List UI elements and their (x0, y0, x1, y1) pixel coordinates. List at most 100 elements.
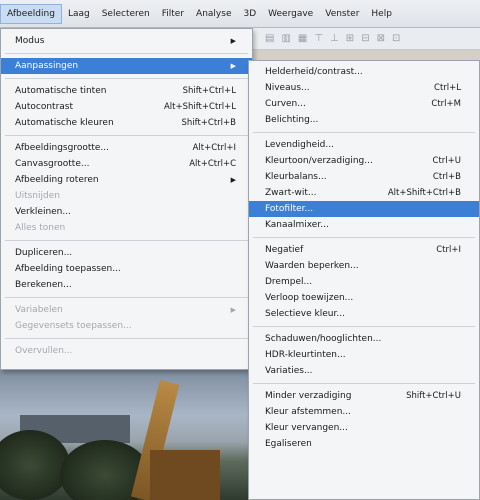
menu-item-label: Minder verzadiging (265, 391, 352, 401)
submenu-arrow-icon: ▶ (230, 37, 236, 45)
submenu-arrow-icon: ▶ (230, 306, 236, 314)
menu-item-afbeelding-toepassen[interactable]: Afbeelding toepassen... (1, 261, 252, 277)
menu-item-niveaus[interactable]: Niveaus... Ctrl+L (249, 80, 479, 96)
menu-item-verkleinen[interactable]: Verkleinen... (1, 204, 252, 220)
menu-item-label: Zwart-wit... (265, 188, 317, 198)
menubar-item-analyse[interactable]: Analyse (190, 4, 237, 24)
menu-item-drempel[interactable]: Drempel... (249, 274, 479, 290)
menu-separator (5, 240, 248, 241)
align-bottom-icon[interactable]: ▦ (298, 33, 307, 44)
menu-item-automatische-tinten[interactable]: Automatische tinten Shift+Ctrl+L (1, 83, 252, 99)
menu-item-shortcut: Alt+Ctrl+I (192, 143, 236, 153)
menu-separator (5, 78, 248, 79)
menu-item-kleurtoon-verzadiging[interactable]: Kleurtoon/verzadiging... Ctrl+U (249, 153, 479, 169)
menu-item-label: Afbeelding roteren (15, 175, 99, 185)
canvas-tree (0, 430, 70, 500)
menu-item-afbeelding-roteren[interactable]: Afbeelding roteren ▶ (1, 172, 252, 188)
menu-item-label: Negatief (265, 245, 304, 255)
menu-item-shortcut: Alt+Ctrl+C (189, 159, 236, 169)
menu-item-berekenen[interactable]: Berekenen... (1, 277, 252, 293)
menu-item-shortcut: Shift+Ctrl+U (406, 391, 461, 401)
menubar-item-selecteren[interactable]: Selecteren (96, 4, 156, 24)
menu-item-label: Selectieve kleur... (265, 309, 345, 319)
menu-item-minder-verzadiging[interactable]: Minder verzadiging Shift+Ctrl+U (249, 388, 479, 404)
menu-item-variaties[interactable]: Variaties... (249, 363, 479, 379)
menu-item-label: Egaliseren (265, 439, 312, 449)
menu-item-label: Drempel... (265, 277, 313, 287)
menu-item-waarden-beperken[interactable]: Waarden beperken... (249, 258, 479, 274)
menu-item-kleurbalans[interactable]: Kleurbalans... Ctrl+B (249, 169, 479, 185)
menu-item-label: Uitsnijden (15, 191, 60, 201)
menu-item-label: Belichting... (265, 115, 319, 125)
menu-item-label: Kleurbalans... (265, 172, 327, 182)
menu-item-label: Kleur vervangen... (265, 423, 348, 433)
canvas-excavator (150, 450, 220, 500)
menubar: Afbeelding Laag Selecteren Filter Analys… (0, 0, 480, 28)
menu-item-kleur-vervangen[interactable]: Kleur vervangen... (249, 420, 479, 436)
menu-item-label: Modus (15, 36, 45, 46)
image-menu: Modus ▶ Aanpassingen ▶ Automatische tinten Sh… (0, 28, 253, 370)
menu-item-fotofilter[interactable]: Fotofilter... (249, 201, 479, 217)
menu-item-curven[interactable]: Curven... Ctrl+M (249, 96, 479, 112)
menu-item-shortcut: Alt+Shift+Ctrl+B (387, 188, 461, 198)
menu-item-label: Variabelen (15, 305, 63, 315)
menu-item-label: HDR-kleurtinten... (265, 350, 346, 360)
align-left-icon[interactable]: ⊟ (361, 33, 369, 44)
menu-item-canvasgrootte[interactable]: Canvasgrootte... Alt+Ctrl+C (1, 156, 252, 172)
menu-item-modus[interactable]: Modus ▶ (1, 33, 252, 49)
menu-item-label: Afbeeldingsgrootte... (15, 143, 110, 153)
menu-item-hdr-kleurtinten[interactable]: HDR-kleurtinten... (249, 347, 479, 363)
menu-item-shortcut: Shift+Ctrl+L (182, 86, 236, 96)
menu-item-overvullen: Overvullen... (1, 343, 252, 359)
menu-item-dupliceren[interactable]: Dupliceren... (1, 245, 252, 261)
menu-item-helderheid-contrast[interactable]: Helderheid/contrast... (249, 64, 479, 80)
menu-item-label: Levendigheid... (265, 140, 334, 150)
menu-item-autocontrast[interactable]: Autocontrast Alt+Shift+Ctrl+L (1, 99, 252, 115)
menu-item-label: Aanpassingen (15, 61, 79, 71)
menu-item-zwart-wit[interactable]: Zwart-wit... Alt+Shift+Ctrl+B (249, 185, 479, 201)
menu-item-belichting[interactable]: Belichting... (249, 112, 479, 128)
align-right-icon[interactable]: ⊡ (392, 33, 400, 44)
menu-item-shortcut: Ctrl+U (432, 156, 461, 166)
menubar-item-venster[interactable]: Venster (319, 4, 365, 24)
menubar-item-3d[interactable]: 3D (237, 4, 262, 24)
distribute-top-icon[interactable]: ⊤ (314, 33, 323, 44)
menu-item-shortcut: Ctrl+L (434, 83, 461, 93)
menu-item-uitsnijden: Uitsnijden (1, 188, 252, 204)
adjustments-submenu: Helderheid/contrast... Niveaus... Ctrl+L Cu… (248, 60, 480, 500)
menu-item-automatische-kleuren[interactable]: Automatische kleuren Shift+Ctrl+B (1, 115, 252, 131)
align-center-icon[interactable]: ⊠ (377, 33, 385, 44)
menu-item-levendigheid[interactable]: Levendigheid... (249, 137, 479, 153)
menu-item-kanaalmixer[interactable]: Kanaalmixer... (249, 217, 479, 233)
menu-item-afbeeldingsgrootte[interactable]: Afbeeldingsgrootte... Alt+Ctrl+I (1, 140, 252, 156)
menubar-item-afbeelding[interactable]: Afbeelding (0, 3, 62, 24)
menubar-item-laag[interactable]: Laag (62, 4, 96, 24)
document-canvas[interactable] (0, 370, 248, 500)
menu-item-shortcut: Ctrl+M (431, 99, 461, 109)
menu-separator (253, 132, 475, 133)
menu-item-schaduwen-hooglichten[interactable]: Schaduwen/hooglichten... (249, 331, 479, 347)
align-middle-icon[interactable]: ▥ (281, 33, 290, 44)
menu-item-label: Overvullen... (15, 346, 73, 356)
menu-item-kleur-afstemmen[interactable]: Kleur afstemmen... (249, 404, 479, 420)
menu-item-label: Kleur afstemmen... (265, 407, 352, 417)
menu-item-label: Curven... (265, 99, 306, 109)
menu-separator (5, 297, 248, 298)
menubar-item-weergave[interactable]: Weergave (262, 4, 319, 24)
menu-item-negatief[interactable]: Negatief Ctrl+I (249, 242, 479, 258)
align-top-icon[interactable]: ▤ (265, 33, 274, 44)
menu-separator (253, 237, 475, 238)
distribute-bottom-icon[interactable]: ⊞ (346, 33, 354, 44)
menu-item-gegevensets-toepassen: Gegevensets toepassen... (1, 318, 252, 334)
menu-item-label: Dupliceren... (15, 248, 73, 258)
menu-item-aanpassingen[interactable]: Aanpassingen ▶ (1, 58, 252, 74)
menubar-item-help[interactable]: Help (365, 4, 398, 24)
menubar-item-filter[interactable]: Filter (156, 4, 190, 24)
menu-item-label: Gegevensets toepassen... (15, 321, 132, 331)
menu-separator (5, 338, 248, 339)
distribute-middle-icon[interactable]: ⊥ (330, 33, 339, 44)
menu-item-label: Autocontrast (15, 102, 74, 112)
menu-item-selectieve-kleur[interactable]: Selectieve kleur... (249, 306, 479, 322)
menu-item-egaliseren[interactable]: Egaliseren (249, 436, 479, 452)
menu-item-verloop-toewijzen[interactable]: Verloop toewijzen... (249, 290, 479, 306)
